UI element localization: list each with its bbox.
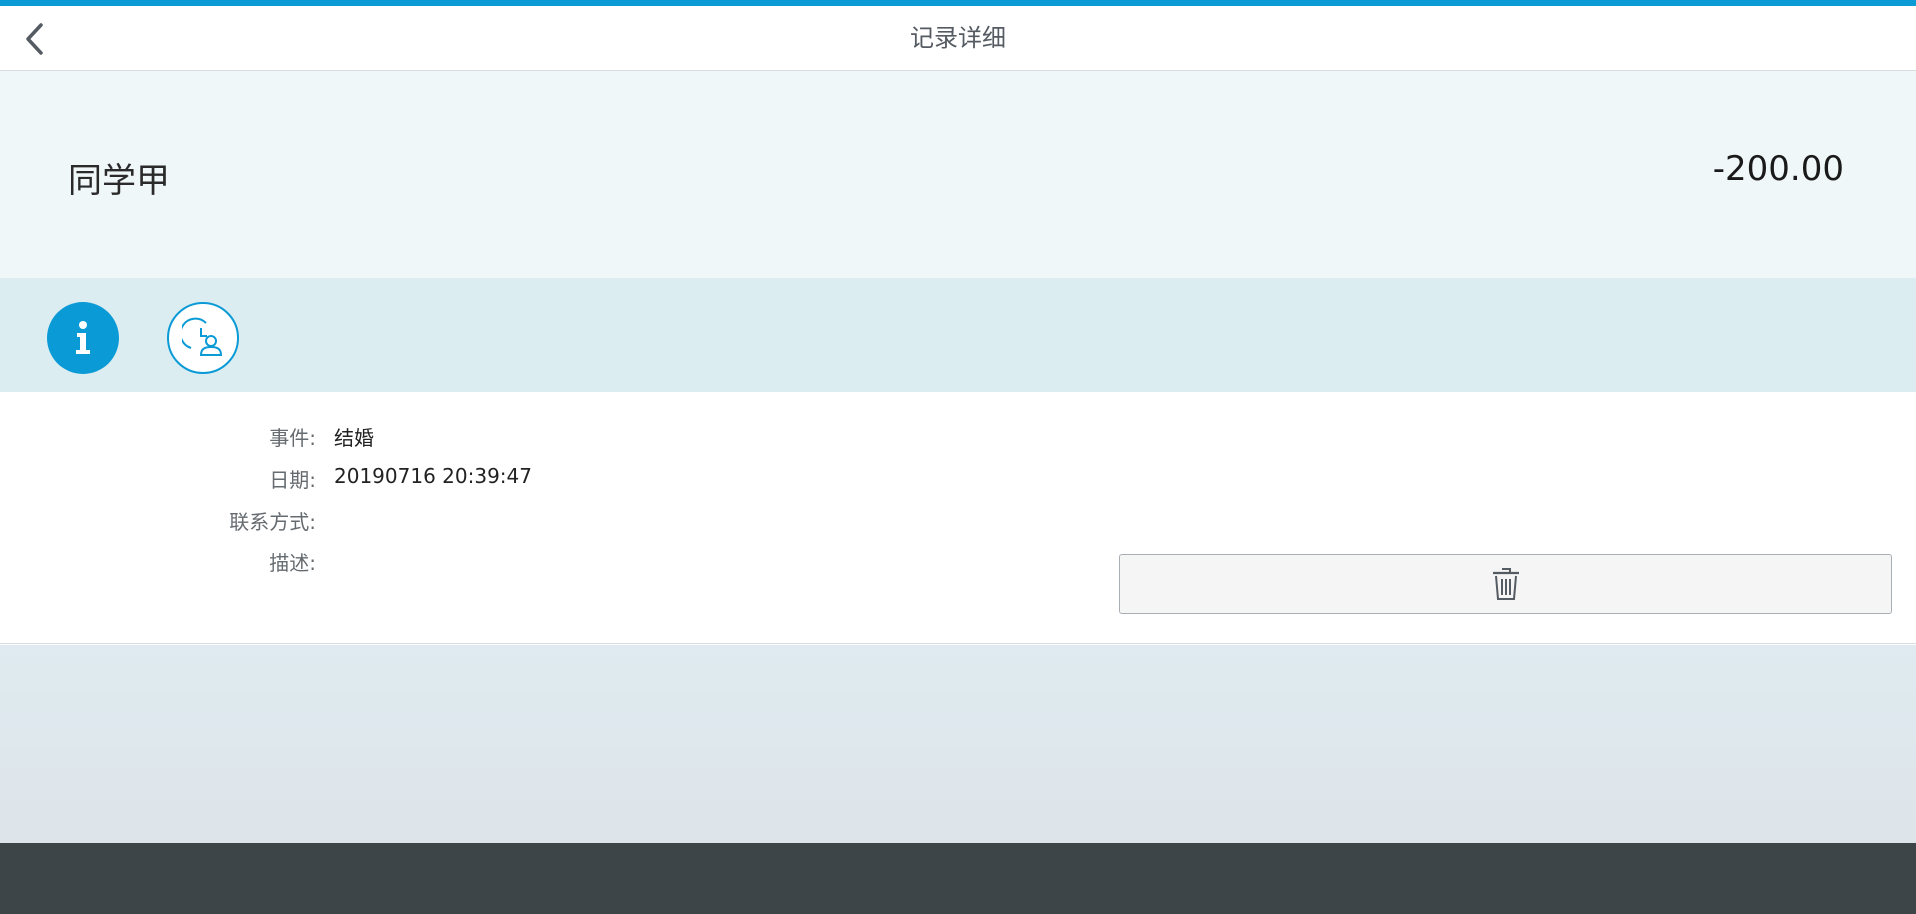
empty-content-area	[0, 645, 1916, 843]
tab-info[interactable]	[47, 302, 119, 374]
history-person-icon	[182, 317, 223, 356]
date-row: 日期: 20190716 20:39:47	[0, 464, 900, 494]
date-value: 20190716 20:39:47	[334, 464, 532, 488]
contact-label: 联系方式:	[229, 510, 316, 534]
amount: -200.00	[1712, 149, 1844, 189]
event-label: 事件:	[269, 426, 316, 450]
person-name: 同学甲	[68, 161, 170, 201]
delete-button[interactable]	[1119, 554, 1892, 614]
page-title: 记录详细	[910, 24, 1006, 52]
footer-bar	[0, 843, 1916, 914]
back-button[interactable]	[14, 19, 54, 59]
tab-history[interactable]	[167, 302, 239, 374]
icon-tab-bar	[0, 278, 1916, 392]
record-summary: 同学甲 -200.00	[0, 71, 1916, 278]
trash-icon	[1492, 568, 1519, 600]
header: 记录详细	[0, 6, 1916, 71]
info-icon	[76, 321, 90, 354]
description-label: 描述:	[269, 551, 316, 575]
contact-row: 联系方式:	[0, 506, 900, 536]
chevron-left-icon	[26, 23, 43, 55]
date-label: 日期:	[269, 468, 316, 492]
event-value: 结婚	[334, 426, 374, 450]
event-row: 事件: 结婚	[0, 422, 900, 452]
description-row: 描述:	[0, 547, 900, 577]
